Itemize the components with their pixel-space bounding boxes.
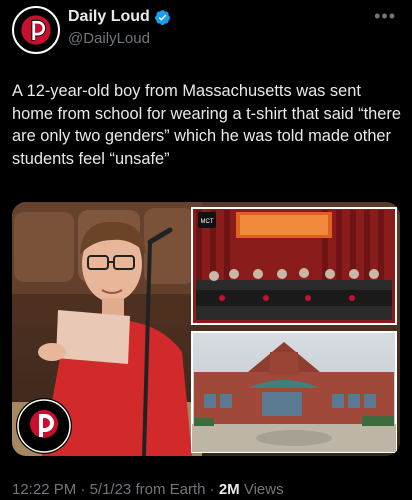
views-label: Views — [243, 481, 284, 498]
paper-sheet — [56, 310, 130, 364]
school-building-photo — [191, 331, 397, 453]
daily-loud-logo-icon — [14, 8, 58, 52]
meta-separator: · — [80, 481, 86, 498]
tweet: Daily Loud @DailyLoud ••• A 12-year-old … — [0, 0, 412, 500]
verified-badge-icon — [154, 9, 170, 25]
channel-logo: MCT — [201, 219, 214, 225]
more-horizontal-icon[interactable]: ••• — [374, 6, 396, 27]
tweet-text: A 12-year-old boy from Massachusetts was… — [12, 82, 401, 168]
author-name-row: Daily Loud — [68, 8, 171, 26]
daily-loud-watermark-icon — [16, 398, 72, 454]
media-collage: MCT — [12, 202, 400, 456]
meta-separator: · — [209, 481, 215, 498]
tweet-media[interactable]: MCT — [12, 202, 400, 456]
views-count: 2M — [218, 481, 240, 498]
tweet-meta: 12:22 PM · 5/1/23 from Earth · 2M Views — [12, 481, 284, 498]
avatar[interactable] — [12, 6, 60, 54]
author-display-name[interactable]: Daily Loud — [68, 8, 150, 26]
tweet-time[interactable]: 12:22 PM — [12, 481, 76, 498]
tweet-source: from Earth — [135, 481, 206, 498]
tweet-date[interactable]: 5/1/23 — [90, 481, 132, 498]
school-committee-photo: MCT — [191, 207, 397, 325]
author-handle[interactable]: @DailyLoud — [68, 30, 150, 47]
